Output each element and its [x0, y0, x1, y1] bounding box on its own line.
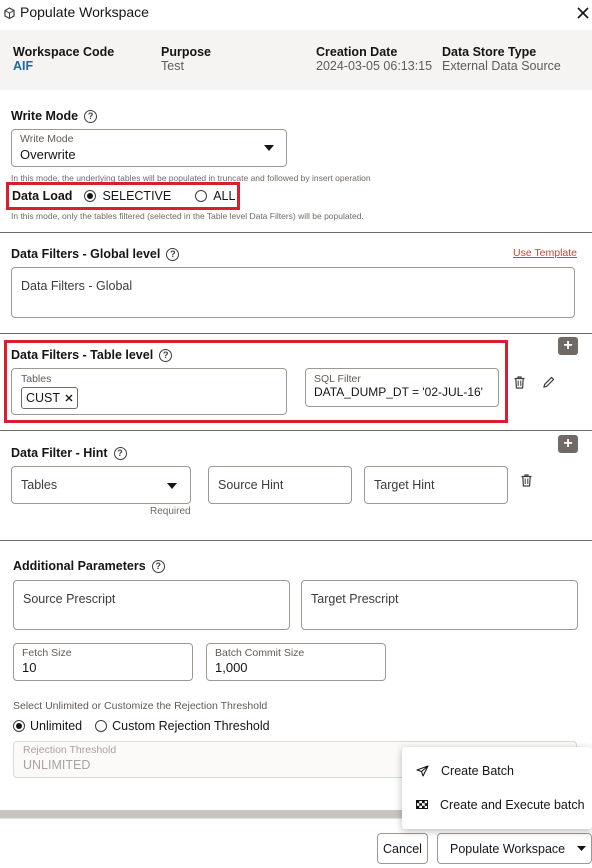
cancel-button-label: Cancel [383, 841, 422, 856]
info-label: Data Store Type [442, 45, 537, 59]
radio-unlimited-label[interactable]: Unlimited [30, 719, 82, 733]
rejection-threshold-value: UNLIMITED [23, 758, 91, 772]
send-icon [416, 765, 429, 777]
target-hint-field[interactable]: Target Hint [364, 466, 508, 504]
required-text: Required [150, 506, 191, 517]
help-icon[interactable]: ? [151, 560, 165, 574]
global-filters-textarea[interactable]: Data Filters - Global [11, 267, 575, 318]
sql-filter-field[interactable]: SQL Filter DATA_DUMP_DT = '02-JUL-16' [305, 368, 499, 407]
write-mode-select[interactable]: Write Mode Overwrite [11, 129, 287, 167]
add-hint-button[interactable]: + [558, 435, 578, 453]
tables-field-label: Tables [21, 373, 52, 385]
scrollbar-thumb[interactable] [0, 810, 402, 818]
help-icon[interactable]: ? [113, 447, 127, 461]
info-creation-date: Creation Date 2024-03-05 06:13:15 [316, 45, 432, 73]
fetch-size-label: Fetch Size [22, 647, 72, 659]
section-divider [0, 333, 592, 334]
target-hint-placeholder: Target Hint [374, 478, 435, 492]
data-load-hint: In this mode, only the tables filtered (… [11, 211, 364, 221]
chevron-down-icon [264, 145, 274, 151]
write-mode-value: Overwrite [20, 147, 76, 162]
radio-selective[interactable] [84, 190, 97, 202]
write-mode-field-label: Write Mode [20, 133, 74, 145]
chevron-down-icon [167, 483, 177, 489]
hint-tables-select[interactable]: Tables [11, 466, 191, 504]
info-data-store-type: Data Store Type External Data Source [442, 45, 561, 73]
info-label: Workspace Code [13, 45, 115, 59]
radio-all[interactable] [195, 190, 208, 202]
radio-selective-label[interactable]: SELECTIVE [102, 189, 171, 203]
dialog-title: Populate Workspace [20, 4, 149, 20]
menu-item-create-and-execute-batch[interactable]: Create and Execute batch [402, 791, 592, 819]
radio-custom-threshold[interactable] [95, 720, 108, 732]
radio-custom-threshold-label[interactable]: Custom Rejection Threshold [112, 719, 269, 733]
dialog-header: Populate Workspace [0, 0, 592, 30]
sql-filter-value: DATA_DUMP_DT = '02-JUL-16' [314, 385, 483, 399]
global-filters-section-title: Data Filters - Global level? [11, 246, 180, 262]
close-icon[interactable] [577, 7, 589, 19]
section-divider [0, 540, 592, 541]
data-store-type-value: External Data Source [442, 59, 561, 73]
batch-commit-size-field[interactable]: Batch Commit Size 1,000 [206, 643, 386, 681]
additional-params-section-title: Additional Parameters? [13, 558, 165, 574]
rejection-threshold-label: Rejection Threshold [23, 744, 117, 756]
fetch-size-value: 10 [22, 660, 37, 675]
populate-menu: Create Batch Create and Execute batch [402, 747, 592, 829]
info-workspace-code: Workspace Code AIF [13, 45, 114, 73]
radio-all-label[interactable]: ALL [213, 189, 235, 203]
cancel-button[interactable]: Cancel [377, 833, 428, 864]
global-filters-placeholder: Data Filters - Global [21, 279, 133, 293]
help-icon[interactable]: ? [84, 110, 98, 124]
fetch-size-field[interactable]: Fetch Size 10 [13, 643, 193, 681]
help-icon[interactable]: ? [159, 349, 173, 363]
target-prescript-textarea[interactable]: Target Prescript [301, 580, 578, 630]
info-label: Purpose [161, 45, 212, 59]
creation-date-value: 2024-03-05 06:13:15 [316, 59, 433, 73]
menu-item-label: Create and Execute batch [440, 798, 585, 812]
target-prescript-placeholder: Target Prescript [311, 592, 399, 606]
chip-remove-icon[interactable] [65, 394, 73, 402]
menu-item-create-batch[interactable]: Create Batch [402, 757, 592, 785]
section-divider [0, 430, 592, 431]
populate-workspace-button[interactable]: Populate Workspace [437, 833, 592, 864]
table-chip[interactable]: CUST [21, 387, 79, 409]
section-divider [0, 232, 592, 233]
rejection-radio-row: Unlimited Custom Rejection Threshold [13, 718, 270, 734]
source-prescript-placeholder: Source Prescript [23, 592, 116, 606]
rejection-caption: Select Unlimited or Customize the Reject… [13, 700, 268, 712]
source-prescript-textarea[interactable]: Source Prescript [13, 580, 290, 630]
use-template-link[interactable]: Use Template [513, 247, 577, 259]
populate-workspace-label: Populate Workspace [450, 841, 566, 856]
chevron-down-icon[interactable] [577, 846, 587, 851]
info-purpose: Purpose Test [161, 45, 211, 73]
data-load-row: Data Load SELECTIVE ALL [12, 188, 235, 204]
workspace-code-value: AIF [13, 59, 34, 73]
delete-icon[interactable] [521, 474, 532, 487]
write-mode-section-title: Write Mode? [11, 108, 98, 124]
hint-tables-placeholder: Tables [21, 478, 58, 492]
menu-item-label: Create Batch [441, 764, 514, 778]
batch-commit-size-value: 1,000 [215, 660, 248, 675]
delete-icon[interactable] [514, 376, 525, 389]
hint-filter-section-title: Data Filter - Hint? [11, 445, 127, 461]
checkered-flag-icon [416, 799, 428, 811]
table-chip-label: CUST [26, 391, 61, 405]
info-label: Creation Date [316, 45, 398, 59]
source-hint-placeholder: Source Hint [218, 478, 284, 492]
sql-filter-label: SQL Filter [314, 373, 361, 385]
data-load-label: Data Load [12, 189, 73, 203]
radio-unlimited[interactable] [13, 720, 25, 732]
table-filter-tables-select[interactable]: Tables CUST [11, 368, 287, 415]
batch-commit-size-label: Batch Commit Size [215, 647, 305, 659]
help-icon[interactable]: ? [166, 248, 180, 262]
source-hint-field[interactable]: Source Hint [208, 466, 352, 504]
edit-pencil-icon[interactable] [542, 376, 555, 389]
workspace-icon [3, 7, 16, 20]
add-table-filter-button[interactable]: + [558, 337, 578, 355]
purpose-value: Test [161, 59, 184, 73]
table-filters-section-title: Data Filters - Table level? [11, 347, 173, 363]
